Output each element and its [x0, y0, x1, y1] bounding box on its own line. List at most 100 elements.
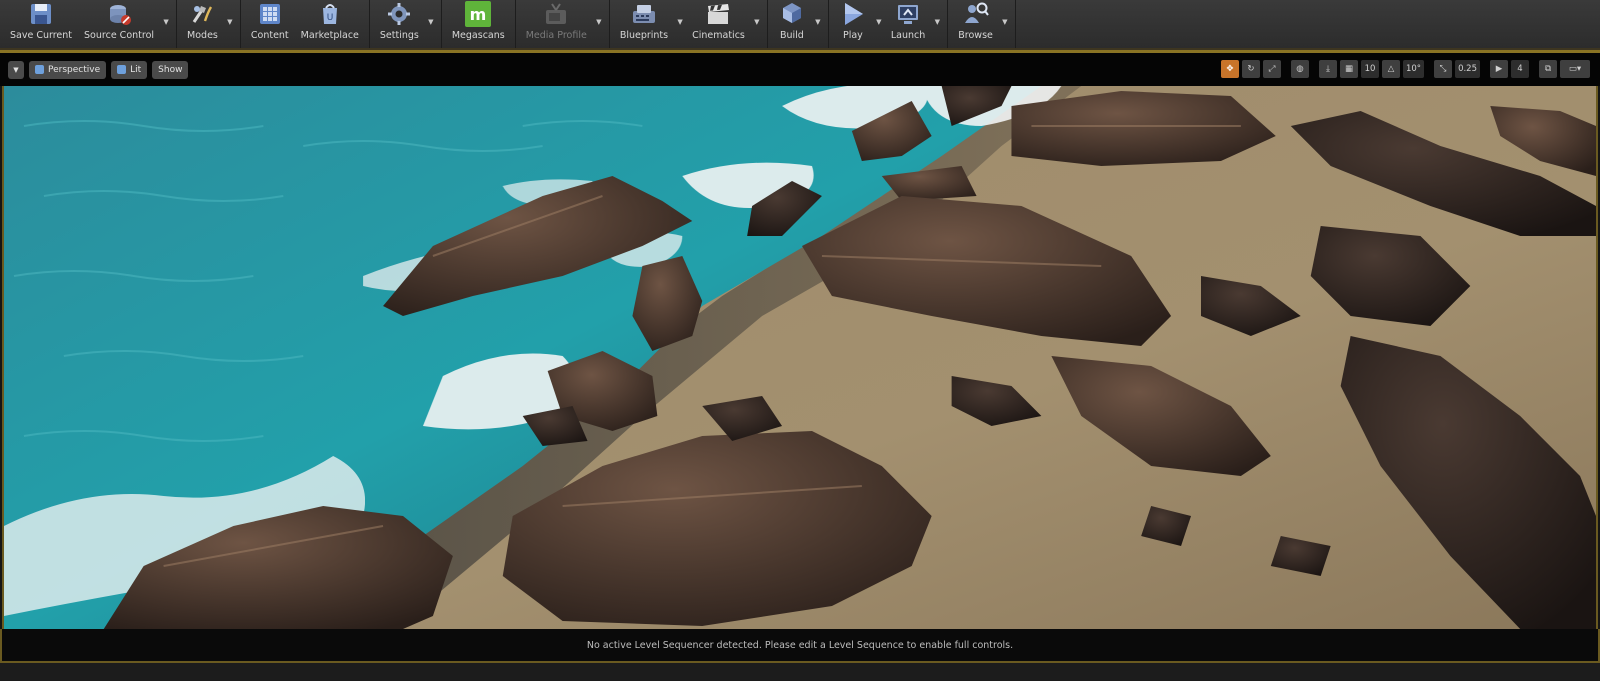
scene-render	[4, 86, 1596, 629]
viewport-toolbar: ▼ Perspective Lit Show ✥ ↻ ⤢ ◍ ⤓ ▦ 10 △ …	[0, 53, 1600, 86]
settings-label: Settings	[379, 30, 419, 41]
save-icon	[27, 1, 55, 27]
svg-text:U: U	[326, 13, 333, 23]
source-control-button[interactable]: Source Control	[78, 0, 160, 48]
cinematics-button[interactable]: Cinematics	[686, 0, 751, 48]
toolbar-group-play: Play ▼ Launch ▼	[829, 0, 949, 48]
show-label: Show	[158, 64, 183, 75]
scale-tool-button[interactable]: ⤢	[1262, 60, 1281, 78]
media-profile-button[interactable]: Media Profile	[520, 0, 593, 48]
toolbar-group-build: Build ▼	[768, 0, 829, 48]
source-control-icon	[105, 1, 133, 27]
browse-label: Browse	[958, 30, 993, 41]
rotation-snap-toggle[interactable]: △	[1381, 60, 1400, 78]
rotation-snap-value[interactable]: 10°	[1402, 60, 1425, 78]
browse-menu-arrow[interactable]: ▼	[999, 0, 1011, 48]
scale-snap-value[interactable]: 0.25	[1455, 60, 1480, 78]
scale-snap-icon: ⤡	[1439, 64, 1447, 74]
lit-label: Lit	[130, 64, 142, 75]
play-button[interactable]: Play	[833, 0, 873, 48]
toolbar-group-modes: Modes ▼	[177, 0, 241, 48]
toolbar-group-megascans: m Megascans	[442, 0, 516, 48]
sequencer-message: No active Level Sequencer detected. Plea…	[586, 639, 1014, 651]
play-label: Play	[842, 30, 863, 41]
grid-icon: ▦	[1344, 64, 1353, 74]
modes-label: Modes	[187, 30, 218, 41]
angle-icon: △	[1387, 64, 1395, 74]
surface-snap-button[interactable]: ⤓	[1318, 60, 1337, 78]
settings-button[interactable]: Settings	[374, 0, 425, 48]
browse-button[interactable]: Browse	[952, 0, 999, 48]
scale-snap-label: 0.25	[1458, 64, 1477, 74]
rotation-snap-label: 10°	[1405, 64, 1422, 74]
blueprints-label: Blueprints	[619, 30, 669, 41]
surface-snap-icon: ⤓	[1326, 64, 1330, 74]
build-label: Build	[779, 30, 804, 41]
toolbar-group-blueprints: Blueprints ▼ Cinematics ▼	[610, 0, 768, 48]
editor-bottom-area	[0, 663, 1600, 681]
launch-label: Launch	[890, 30, 926, 41]
launch-menu-arrow[interactable]: ▼	[931, 0, 943, 48]
marketplace-icon: U	[316, 1, 344, 27]
megascans-button[interactable]: m Megascans	[446, 0, 511, 48]
level-viewport[interactable]	[2, 86, 1598, 629]
scale-icon: ⤢	[1268, 64, 1276, 74]
main-toolbar: Save Current Source Control ▼ Modes ▼ Co…	[0, 0, 1600, 50]
save-current-button[interactable]: Save Current	[4, 0, 78, 48]
maximize-icon: ⧉	[1544, 64, 1552, 74]
blueprints-icon	[630, 1, 658, 27]
build-button[interactable]: Build	[772, 0, 812, 48]
toolbar-group-file: Save Current Source Control ▼	[0, 0, 178, 48]
cinematics-label: Cinematics	[692, 30, 745, 41]
camera-speed-value[interactable]: 4	[1511, 60, 1529, 78]
modes-menu-arrow[interactable]: ▼	[224, 0, 236, 48]
megascans-label: Megascans	[451, 30, 505, 41]
blueprints-button[interactable]: Blueprints	[614, 0, 674, 48]
lit-mode-button[interactable]: Lit	[111, 60, 148, 79]
content-icon	[256, 1, 284, 27]
camera-speed-label: 4	[1517, 64, 1523, 74]
layout-button[interactable]: ▭▾	[1560, 60, 1590, 78]
media-profile-menu-arrow[interactable]: ▼	[593, 0, 605, 48]
viewport-options-button[interactable]: ▼	[8, 60, 24, 79]
settings-icon	[385, 1, 413, 27]
maximize-viewport-button[interactable]: ⧉	[1539, 60, 1557, 78]
play-icon	[839, 1, 867, 27]
perspective-view-button[interactable]: Perspective	[29, 60, 107, 79]
content-label: Content	[250, 30, 289, 41]
toolbar-group-browse: Browse ▼	[948, 0, 1016, 48]
grid-snap-label: 10	[1364, 64, 1376, 74]
build-icon	[778, 1, 806, 27]
play-menu-arrow[interactable]: ▼	[873, 0, 885, 48]
show-button[interactable]: Show	[152, 60, 189, 79]
media-profile-label: Media Profile	[525, 30, 587, 41]
camera-speed-button[interactable]: ▶	[1490, 60, 1508, 78]
settings-menu-arrow[interactable]: ▼	[425, 0, 437, 48]
content-button[interactable]: Content	[245, 0, 295, 48]
svg-text:m: m	[470, 5, 487, 24]
megascans-icon: m	[464, 1, 492, 27]
launch-button[interactable]: Launch	[885, 0, 931, 48]
scale-snap-toggle[interactable]: ⤡	[1434, 60, 1453, 78]
modes-icon	[188, 1, 216, 27]
source-control-label: Source Control	[84, 30, 155, 41]
grid-snap-value[interactable]: 10	[1360, 60, 1379, 78]
coordinate-system-button[interactable]: ◍	[1290, 60, 1309, 78]
modes-button[interactable]: Modes	[181, 0, 224, 48]
sequencer-status-bar: No active Level Sequencer detected. Plea…	[0, 629, 1600, 663]
save-current-label: Save Current	[10, 30, 73, 41]
build-menu-arrow[interactable]: ▼	[812, 0, 824, 48]
grid-snap-toggle[interactable]: ▦	[1339, 60, 1358, 78]
blueprints-menu-arrow[interactable]: ▼	[674, 0, 686, 48]
marketplace-button[interactable]: U Marketplace	[295, 0, 365, 48]
source-control-menu-arrow[interactable]: ▼	[160, 0, 172, 48]
browse-icon	[962, 1, 990, 27]
cinematics-menu-arrow[interactable]: ▼	[751, 0, 763, 48]
layout-grid-icon: ▭▾	[1568, 64, 1582, 74]
rotate-tool-button[interactable]: ↻	[1241, 60, 1260, 78]
rotate-icon: ↻	[1247, 64, 1255, 74]
perspective-label: Perspective	[48, 64, 101, 75]
launch-icon	[894, 1, 922, 27]
toolbar-group-content: Content U Marketplace	[241, 0, 370, 48]
translate-tool-button[interactable]: ✥	[1220, 60, 1239, 78]
